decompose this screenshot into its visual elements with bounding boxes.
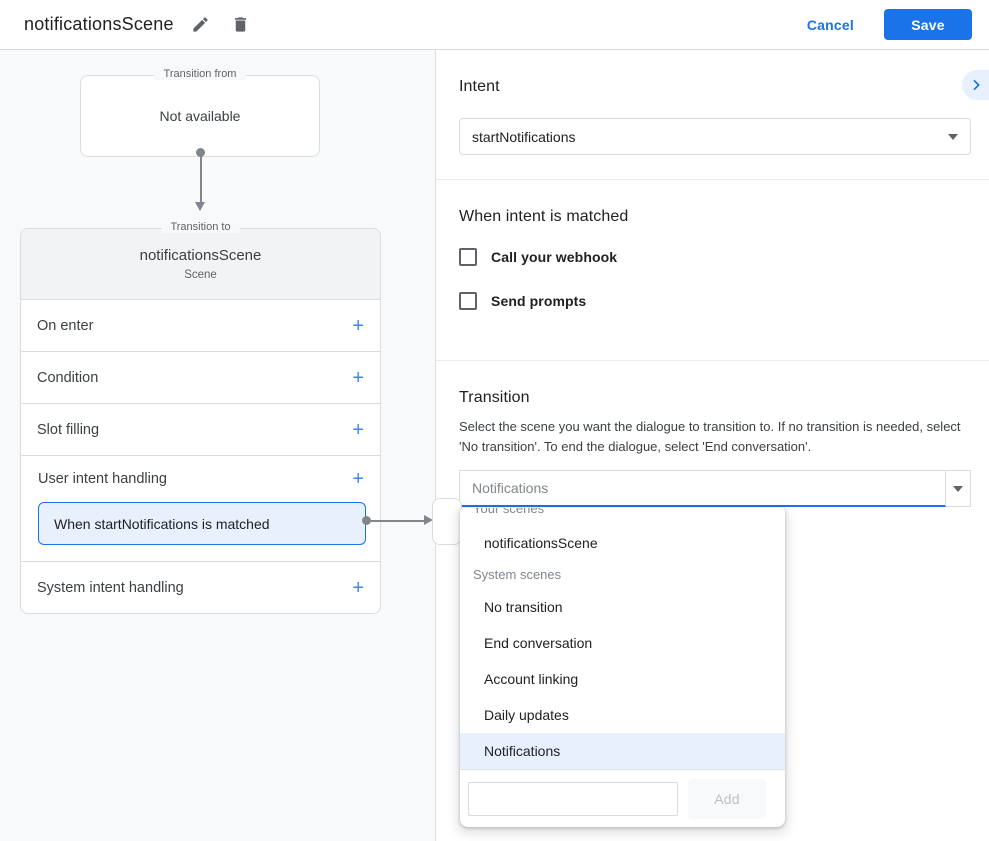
section-label: System intent handling [37, 580, 184, 596]
intent-handler-chip[interactable]: When startNotifications is matched [38, 502, 366, 545]
edit-icon[interactable] [188, 12, 214, 38]
add-on-enter-button[interactable]: + [352, 316, 364, 336]
call-webhook-label: Call your webhook [491, 249, 617, 265]
section-row-condition: Condition + [21, 351, 380, 403]
call-webhook-checkbox[interactable] [459, 248, 477, 266]
transition-from-box: Transition from Not available [80, 75, 320, 157]
scene-card-subtitle: Scene [184, 269, 217, 281]
dropdown-item[interactable]: End conversation [460, 625, 785, 661]
transition-to-legend: Transition to [161, 221, 239, 233]
add-system-intent-button[interactable]: + [352, 578, 364, 598]
transition-to-card: Transition to notificationsScene Scene O… [20, 228, 381, 614]
prompts-checkbox-row: Send prompts [459, 292, 972, 310]
page-title: notificationsScene [24, 14, 174, 35]
arrow-down-icon [195, 202, 205, 211]
scene-card-header: notificationsScene Scene [21, 229, 380, 299]
dropdown-item[interactable]: No transition [460, 589, 785, 625]
group-label-clipped: Your scenes [473, 508, 544, 516]
transition-combobox: Notifications [459, 470, 971, 507]
trash-icon [231, 15, 250, 34]
dropdown-group-system-scenes: System scenes [460, 561, 785, 589]
save-button[interactable]: Save [884, 9, 972, 40]
section-label: Slot filling [37, 422, 99, 438]
send-prompts-label: Send prompts [491, 293, 586, 309]
add-scene-input[interactable] [468, 782, 678, 816]
transition-section: Transition Select the scene you want the… [436, 361, 989, 507]
dropdown-footer: Add [460, 769, 785, 827]
add-user-intent-button[interactable]: + [352, 469, 364, 489]
scene-editor-page: notificationsScene Cancel Save Transitio… [0, 0, 989, 841]
caret-down-icon [948, 134, 958, 140]
transition-combobox-input[interactable]: Notifications [459, 470, 946, 507]
add-scene-button[interactable]: Add [688, 779, 766, 819]
section-row-user-intent-handling: User intent handling + When startNotific… [21, 455, 380, 561]
transition-from-content: Not available [81, 76, 319, 156]
pencil-icon [191, 15, 210, 34]
cancel-button[interactable]: Cancel [807, 17, 854, 33]
transition-combobox-value: Notifications [472, 480, 548, 496]
section-label: User intent handling [38, 471, 167, 487]
section-label: On enter [37, 318, 93, 334]
header: notificationsScene Cancel Save [0, 0, 989, 50]
header-actions: Cancel Save [807, 9, 989, 40]
transition-heading: Transition [459, 361, 972, 407]
section-label: Condition [37, 370, 98, 386]
dropdown-item[interactable]: Daily updates [460, 697, 785, 733]
scene-diagram-panel: Transition from Not available Transition… [0, 50, 436, 841]
when-intent-matched-section: When intent is matched Call your webhook… [436, 180, 989, 361]
dropdown-group-your-scenes: Your scenes [460, 508, 785, 525]
webhook-checkbox-row: Call your webhook [459, 248, 972, 266]
dropdown-item-highlighted[interactable]: Notifications [460, 733, 785, 769]
dropdown-item[interactable]: notificationsScene [460, 525, 785, 561]
connector-target-box [432, 498, 462, 545]
caret-down-icon [953, 486, 963, 492]
when-intent-matched-heading: When intent is matched [459, 180, 972, 226]
dropdown-item[interactable]: Account linking [460, 661, 785, 697]
add-condition-button[interactable]: + [352, 368, 364, 388]
intent-select-value: startNotifications [472, 129, 575, 145]
transition-description: Select the scene you want the dialogue t… [459, 417, 972, 456]
scene-card-title: notificationsScene [140, 247, 262, 264]
intent-section: Intent startNotifications [436, 50, 989, 180]
delete-icon[interactable] [228, 12, 254, 38]
connector-line [370, 520, 425, 522]
section-row-system-intent-handling: System intent handling + [21, 561, 380, 613]
section-row-on-enter: On enter + [21, 299, 380, 351]
connector-line [200, 156, 202, 202]
user-intent-handling-header: User intent handling + [38, 456, 364, 502]
transition-combobox-caret-button[interactable] [946, 470, 971, 507]
intent-heading: Intent [459, 50, 972, 96]
send-prompts-checkbox[interactable] [459, 292, 477, 310]
chevron-right-icon [968, 77, 984, 93]
transition-dropdown: Your scenes notificationsScene System sc… [460, 508, 785, 827]
header-title-group: notificationsScene [0, 12, 254, 38]
collapse-panel-button[interactable] [962, 70, 989, 100]
add-slot-filling-button[interactable]: + [352, 420, 364, 440]
transition-from-legend: Transition from [155, 68, 246, 80]
intent-select[interactable]: startNotifications [459, 118, 971, 155]
section-row-slot-filling: Slot filling + [21, 403, 380, 455]
